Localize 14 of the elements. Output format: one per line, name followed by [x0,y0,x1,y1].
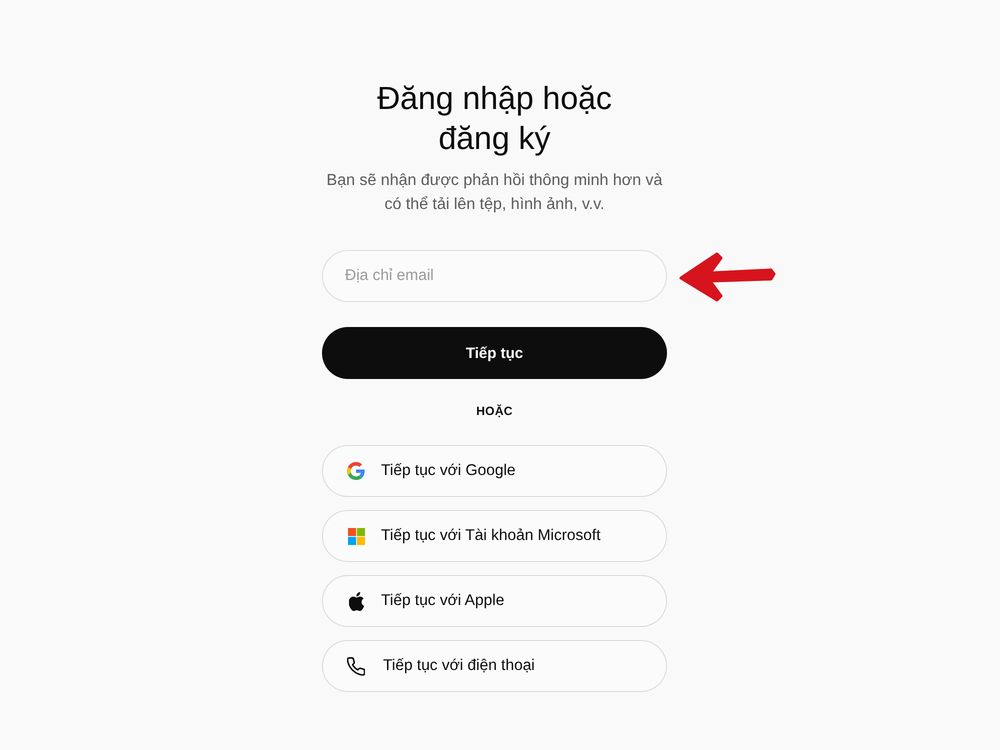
page-heading: Đăng nhập hoặc đăng ký [376,79,613,158]
subtitle-text: Bạn sẽ nhận được phản hồi thông minh hơn và có thể tải lên tệp, hình ảnh, v.v. [326,171,664,215]
continue-button[interactable]: Tiếp tục [322,327,667,379]
provider-button[interactable]: Tiếp tục với Apple [322,575,667,627]
microsoft-logo-icon [348,528,364,544]
arrow-icon [679,252,776,302]
google-logo-icon [347,462,365,480]
provider-button[interactable]: Tiếp tục với Tài khoản Microsoft [322,510,667,562]
apple-logo-icon [348,592,364,610]
provider-button[interactable]: Tiếp tục với Google [322,445,667,497]
provider-button[interactable]: Tiếp tục với điện thoại [322,640,667,692]
divider-text: HOẶC [476,403,513,419]
phone-icon [347,656,365,676]
email-field[interactable]: Địa chỉ email [322,250,667,302]
